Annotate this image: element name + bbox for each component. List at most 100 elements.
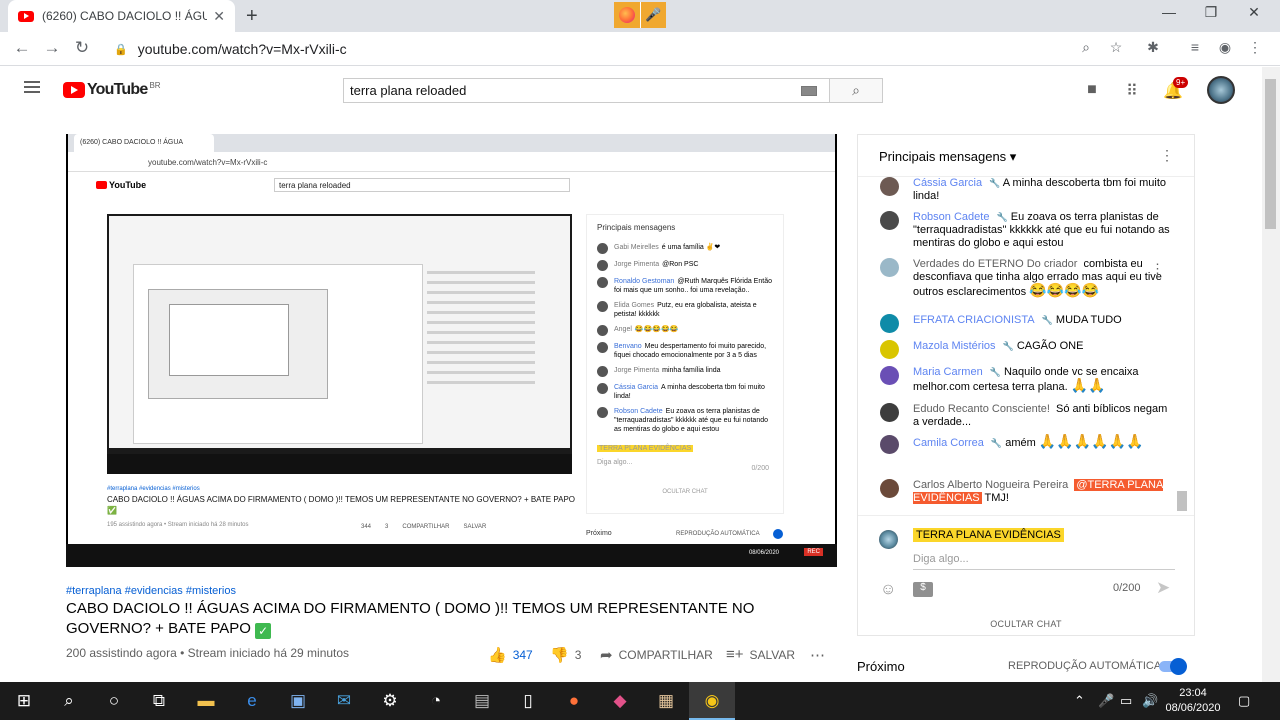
- action-center-icon[interactable]: ▢: [1238, 693, 1250, 709]
- inner-chat-row: Cássia Garcia A minha descoberta tbm foi …: [587, 380, 783, 404]
- chat-author-name: EFRATA CRIACIONISTA: [913, 314, 1035, 326]
- browser-menu-icon[interactable]: ⋮: [1245, 39, 1265, 56]
- profile-icon[interactable]: ◉: [1215, 39, 1235, 56]
- cortana-icon[interactable]: ○: [104, 691, 124, 711]
- chat-author-name: Carlos Alberto Nogueira Pereira: [913, 479, 1069, 491]
- taskbar-clock[interactable]: 23:04 08/06/2020: [1162, 686, 1224, 716]
- chat-message-text: MUDA TUDO: [1055, 314, 1122, 326]
- chat-author-avatar: [880, 403, 899, 422]
- search-button[interactable]: ⌕: [829, 78, 883, 103]
- reload-icon[interactable]: ↻: [71, 38, 93, 58]
- account-avatar[interactable]: [1207, 76, 1235, 104]
- search-icon[interactable]: ⌕: [59, 691, 79, 711]
- mail-icon[interactable]: ✉: [334, 691, 354, 711]
- super-chat-icon[interactable]: $: [913, 582, 933, 597]
- inner-chat-avatar: [597, 407, 608, 418]
- forward-icon[interactable]: →: [41, 38, 63, 58]
- chrome-icon[interactable]: ◉: [702, 691, 722, 711]
- inner-autoplay: REPRODUÇÃO AUTOMÁTICA: [676, 531, 760, 537]
- volume-icon[interactable]: 🔊: [1142, 693, 1158, 709]
- close-tab-icon[interactable]: ✕: [213, 8, 225, 25]
- inner-chat-avatar: [597, 383, 608, 394]
- chat-message: Camila Correa 🔧 amém 🙏🙏🙏🙏🙏🙏: [880, 434, 1170, 454]
- maximize-icon[interactable]: ❐: [1196, 4, 1226, 21]
- inner-chat-row: Jorge Pimenta minha família linda: [587, 363, 783, 380]
- inner-chat-name: Benvano: [614, 343, 642, 350]
- tray-mic-icon[interactable]: 🎤: [1098, 693, 1114, 709]
- inner-next: Próximo: [586, 530, 612, 537]
- inner-chat-row: Gabi Meirelles é uma família ✌❤: [587, 240, 783, 257]
- close-window-icon[interactable]: ✕: [1239, 4, 1269, 21]
- task-view-icon[interactable]: ⧉: [149, 691, 169, 711]
- media-queue-icon[interactable]: ≡: [1185, 39, 1205, 55]
- chat-scrollbar[interactable]: [1177, 491, 1187, 511]
- inner-tab: (6260) CABO DACIOLO !! ÁGUA: [74, 134, 214, 152]
- video-player[interactable]: (6260) CABO DACIOLO !! ÁGUA youtube.com/…: [66, 134, 837, 567]
- microphone-icon: 🎤: [640, 2, 666, 28]
- chat-author-name: Cássia Garcia: [913, 177, 983, 189]
- hide-chat-button[interactable]: OCULTAR CHAT: [858, 619, 1194, 629]
- chat-input-area: TERRA PLANA EVIDÊNCIAS Diga algo... ☺ $ …: [858, 515, 1194, 635]
- stream-start: Stream iniciado há 29 minutos: [187, 646, 350, 660]
- autoplay-toggle[interactable]: [1159, 658, 1187, 675]
- edge-icon[interactable]: e: [242, 691, 262, 711]
- message-menu-icon[interactable]: ⋮: [1151, 261, 1164, 277]
- thumbs-down-icon: 👎: [550, 647, 569, 664]
- chat-author-avatar: [880, 177, 899, 196]
- chat-options-icon[interactable]: ⋮: [1160, 147, 1174, 164]
- app-icon[interactable]: ▤: [472, 691, 492, 711]
- chat-emojis: 😂😂😂😂: [1029, 282, 1099, 298]
- inner-hashtags: #terraplana #evidencias #misterios: [107, 486, 200, 492]
- photo-app-icon[interactable]: ▦: [656, 691, 676, 711]
- video-hashtags[interactable]: #terraplana #evidencias #misterios: [66, 585, 236, 597]
- extensions-icon[interactable]: ✱: [1143, 39, 1163, 56]
- chat-header: Principais mensagens ▾ ⋮: [858, 135, 1194, 177]
- dislike-button[interactable]: 👎 3: [550, 646, 581, 664]
- new-tab-button[interactable]: +: [246, 5, 258, 28]
- chat-message-input[interactable]: Diga algo...: [913, 550, 1175, 570]
- playlist-add-icon: ≡+: [726, 646, 744, 663]
- search-input[interactable]: terra plana reloaded: [343, 78, 830, 103]
- zoom-icon[interactable]: ⌕: [1076, 39, 1096, 56]
- chat-author-avatar: [880, 314, 899, 333]
- windows-start-icon[interactable]: ⊞: [14, 691, 34, 711]
- browser-tab[interactable]: (6260) CABO DACIOLO !! ÁGUAS ✕: [8, 0, 235, 32]
- file-explorer-icon[interactable]: ▬: [196, 691, 216, 711]
- settings-gear-icon[interactable]: ⚙: [380, 691, 400, 711]
- inner-share: COMPARTILHAR: [402, 524, 450, 530]
- firefox-taskbar-icon[interactable]: ●: [564, 691, 584, 711]
- save-button[interactable]: ≡+ SALVAR: [726, 646, 795, 663]
- chat-author-avatar: [880, 479, 899, 498]
- create-video-icon[interactable]: ■: [1081, 81, 1103, 99]
- page-scrollbar[interactable]: [1262, 67, 1280, 682]
- apps-grid-icon[interactable]: ⠿: [1121, 81, 1143, 101]
- inner-chat-avatar: [597, 260, 608, 271]
- youtube-logo[interactable]: YouTube BR: [63, 81, 161, 99]
- url-field[interactable]: 🔒 youtube.com/watch?v=Mx-rVxili-c: [104, 36, 1104, 62]
- minimize-icon[interactable]: —: [1154, 4, 1184, 20]
- chat-author-avatar: [880, 340, 899, 359]
- network-icon[interactable]: ▭: [1120, 693, 1132, 709]
- recording-indicator[interactable]: 🎤: [614, 2, 666, 28]
- windows-taskbar: ⊞ ⌕ ○ ⧉ ▬ e ▣ ✉ ⚙ ◔ ▤ ▯ ● ◆ ▦ ◉ ⌃ 🎤 ▭ 🔊 …: [0, 682, 1280, 720]
- inner-search: terra plana reloaded: [274, 178, 570, 192]
- send-icon[interactable]: ➤: [1156, 578, 1170, 598]
- bookmark-star-icon[interactable]: ☆: [1106, 39, 1126, 56]
- keyboard-icon[interactable]: [801, 86, 817, 96]
- share-button[interactable]: ➦ COMPARTILHAR: [600, 646, 713, 664]
- paint-drop-icon[interactable]: ◆: [610, 691, 630, 711]
- emoji-icon[interactable]: ☺: [880, 581, 896, 599]
- chat-mode-dropdown[interactable]: Principais mensagens ▾: [879, 149, 1016, 165]
- clock-app-icon[interactable]: ◔: [426, 691, 446, 711]
- like-button[interactable]: 👍 347: [488, 646, 533, 664]
- store-icon[interactable]: ▣: [288, 691, 308, 711]
- back-icon[interactable]: ←: [11, 38, 33, 58]
- guide-menu-icon[interactable]: [24, 81, 40, 93]
- tray-expand-icon[interactable]: ⌃: [1074, 693, 1085, 709]
- firefox-icon: [614, 2, 640, 28]
- inner-chat: Principais mensagens Gabi Meirelles é uma…: [586, 214, 784, 514]
- youtube-play-icon: [63, 82, 85, 98]
- more-actions-icon[interactable]: ⋯: [810, 646, 825, 664]
- inner-chat-avatar: [597, 325, 608, 336]
- document-icon[interactable]: ▯: [518, 691, 538, 711]
